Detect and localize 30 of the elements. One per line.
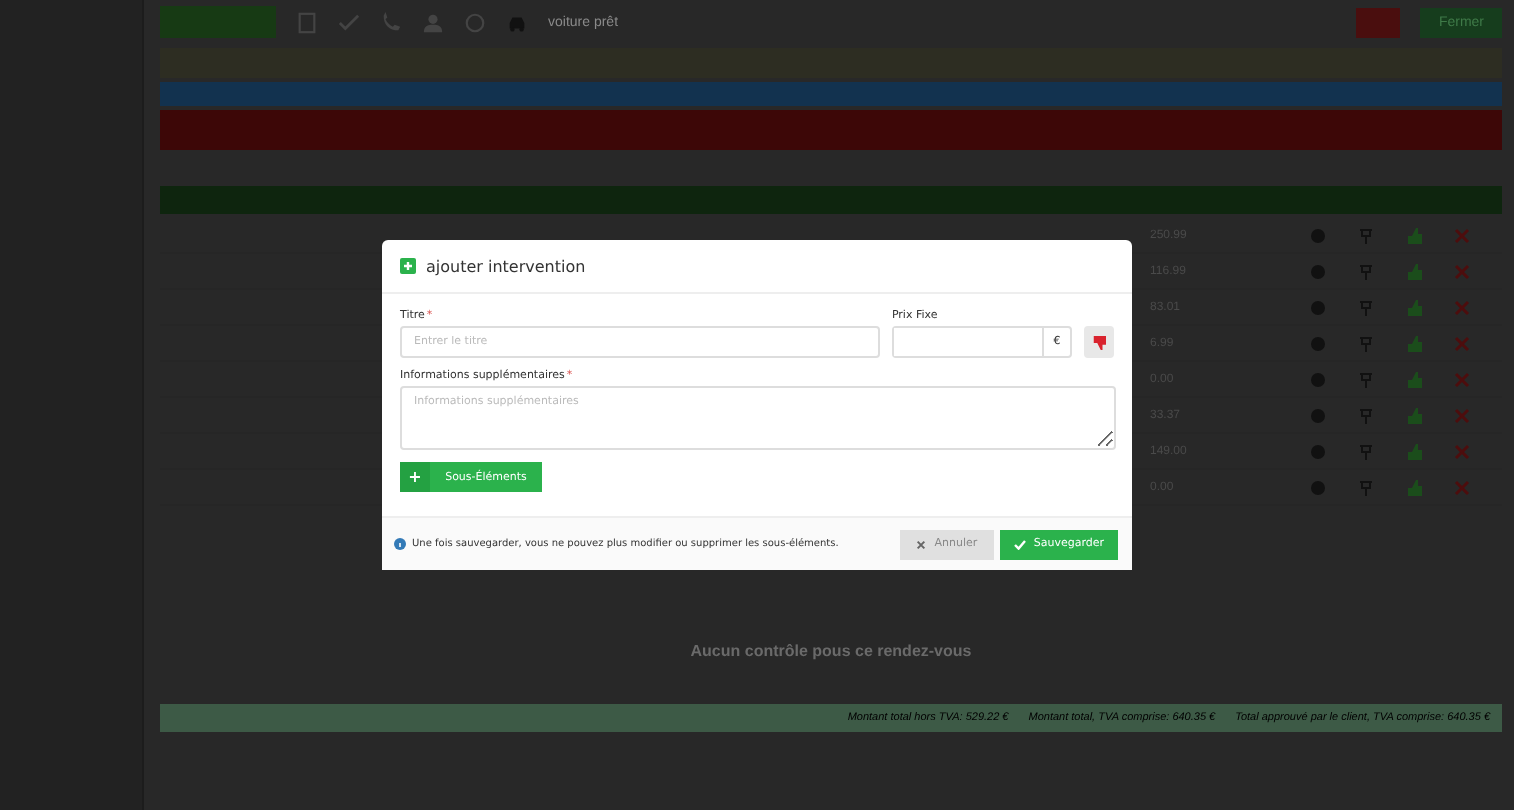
- close-icon[interactable]: [1454, 407, 1470, 423]
- thumbs-up-icon[interactable]: [1406, 299, 1422, 315]
- info-icon: [394, 538, 406, 550]
- thumbs-down-button[interactable]: [1083, 326, 1114, 358]
- thumbs-up-icon[interactable]: [1406, 479, 1422, 495]
- close-icon: [916, 539, 927, 549]
- thumbs-up-icon[interactable]: [1406, 443, 1422, 459]
- close-icon[interactable]: [1454, 479, 1470, 495]
- dialog-title: ajouter intervention: [426, 257, 586, 275]
- document-icon[interactable]: [296, 11, 318, 33]
- thumbs-up-icon[interactable]: [1406, 371, 1422, 387]
- thumbs-down-icon: [1091, 335, 1106, 349]
- thumbs-up-icon[interactable]: [1406, 335, 1422, 351]
- check-icon: [1013, 539, 1026, 549]
- check-icon[interactable]: [338, 11, 360, 33]
- close-icon[interactable]: [1454, 299, 1470, 315]
- thumbs-up-icon[interactable]: [1406, 227, 1422, 243]
- close-icon[interactable]: [1454, 263, 1470, 279]
- person-icon[interactable]: [422, 11, 444, 33]
- add-icon: [400, 258, 416, 274]
- thumbs-up-icon[interactable]: [1406, 263, 1422, 279]
- close-icon[interactable]: [1454, 371, 1470, 387]
- close-icon[interactable]: [1454, 335, 1470, 351]
- empty-message: Aucun contrôle pous ce rendez-vous: [690, 642, 972, 660]
- phone-icon[interactable]: [380, 11, 402, 33]
- thumbs-up-icon[interactable]: [1406, 407, 1422, 423]
- circle-icon[interactable]: [464, 11, 486, 33]
- close-icon[interactable]: [1454, 443, 1470, 459]
- delete-button[interactable]: [1356, 7, 1401, 37]
- close-icon[interactable]: [1454, 227, 1470, 243]
